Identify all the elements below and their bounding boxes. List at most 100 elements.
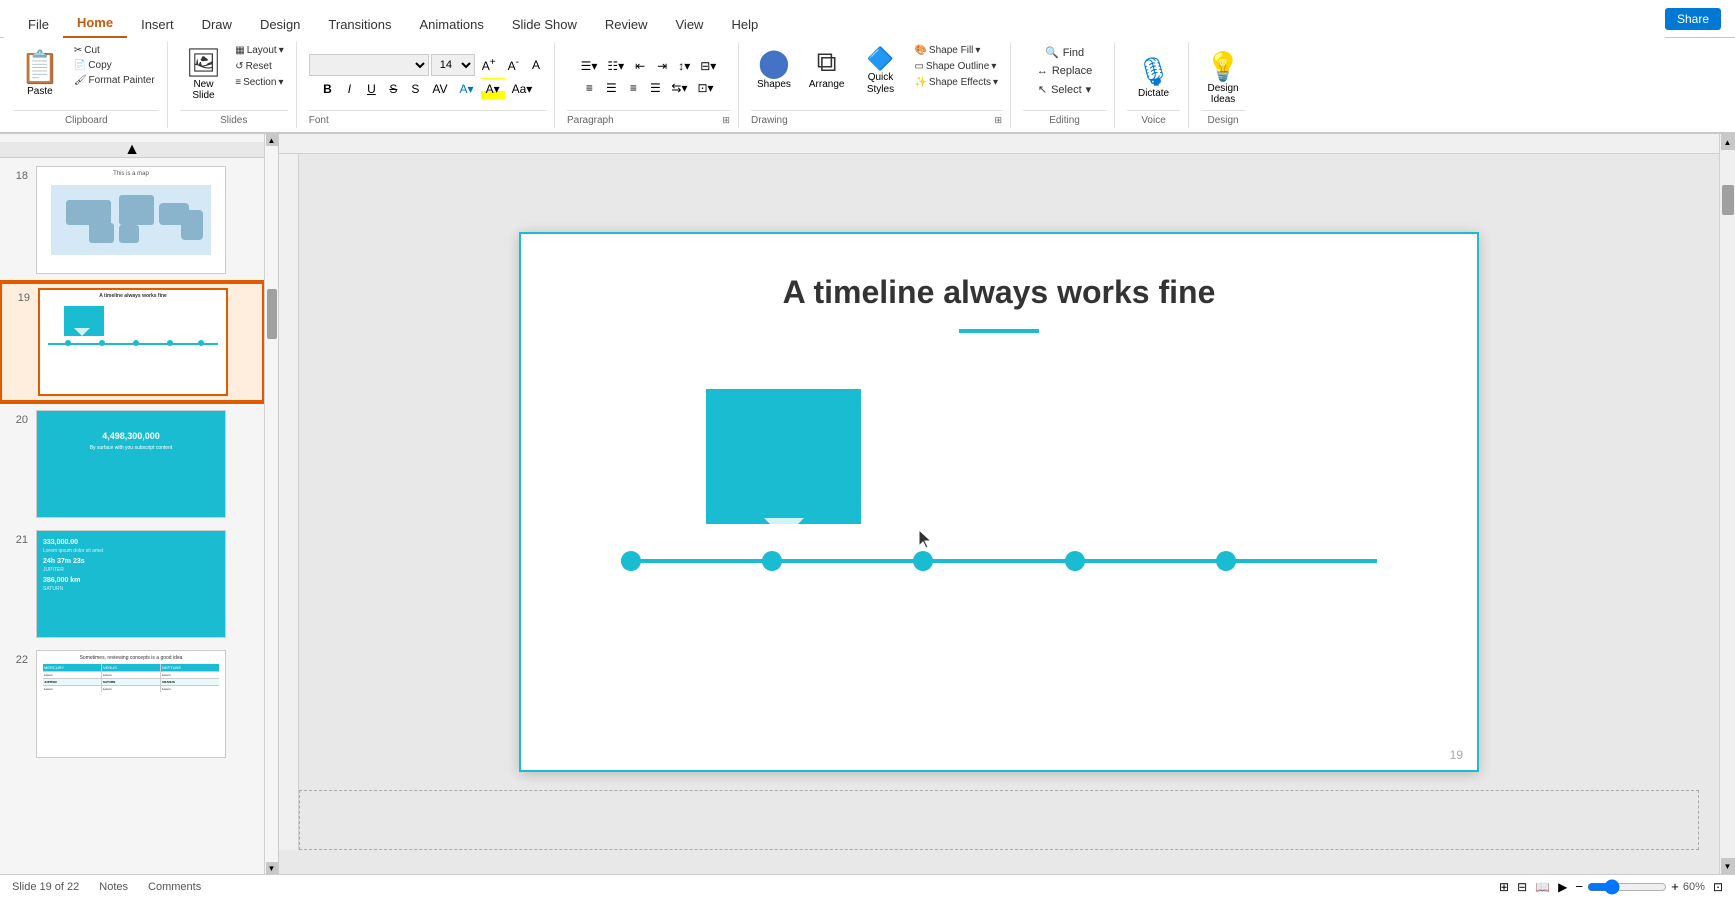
main-scroll-track[interactable] <box>1721 150 1735 858</box>
clear-format-button[interactable]: A <box>526 54 546 76</box>
paste-button[interactable]: 📋 Paste <box>14 44 66 101</box>
zoom-slider[interactable] <box>1587 879 1667 895</box>
tab-file[interactable]: File <box>14 11 63 38</box>
cut-button[interactable]: ✂ Cut <box>70 44 159 57</box>
numbering-button[interactable]: ☷▾ <box>603 56 628 76</box>
tab-view[interactable]: View <box>662 11 718 38</box>
shapes-button[interactable]: ⬤ Shapes <box>751 44 797 92</box>
timeline-dot-4[interactable] <box>1065 551 1085 571</box>
comments-button[interactable]: Comments <box>148 881 201 893</box>
bold-button[interactable]: B <box>317 78 337 100</box>
tab-design[interactable]: Design <box>246 11 314 38</box>
tab-home[interactable]: Home <box>63 9 127 38</box>
increase-font-button[interactable]: A+ <box>477 54 501 76</box>
find-button[interactable]: 🔍 Find <box>1039 44 1090 61</box>
font-case-button[interactable]: Aa▾ <box>507 78 538 100</box>
slide-item-22[interactable]: 22 Sometimes, reviewing concepts is a go… <box>0 646 264 762</box>
tab-help[interactable]: Help <box>717 11 772 38</box>
slide-accent-line <box>959 329 1039 333</box>
slide-21-line1: 333,000.00 <box>43 539 219 546</box>
slideshow-button[interactable]: ▶ <box>1558 880 1567 894</box>
format-painter-button[interactable]: 🖌 Format Painter <box>70 74 159 87</box>
drawing-expand-icon[interactable]: ⊞ <box>995 115 1003 126</box>
slide-item-18[interactable]: 18 This is a map <box>0 162 264 278</box>
font-name-select[interactable] <box>309 54 429 76</box>
slide-title: A timeline always works fine <box>521 274 1477 311</box>
slide-canvas[interactable]: A timeline always works fine <box>519 232 1479 772</box>
panel-scroll-up[interactable]: ▲ <box>266 134 278 146</box>
slide-item-19[interactable]: 19 A timeline always works fine <box>0 282 264 402</box>
slide-rectangle[interactable] <box>706 389 861 524</box>
panel-scroll-thumb[interactable] <box>267 289 277 339</box>
tab-review[interactable]: Review <box>591 11 662 38</box>
increase-indent-button[interactable]: ⇥ <box>652 56 672 76</box>
underline-button[interactable]: U <box>361 78 381 100</box>
shape-outline-button[interactable]: ▭ Shape Outline ▾ <box>910 60 1002 73</box>
timeline-dot-3[interactable] <box>913 551 933 571</box>
layout-button[interactable]: ▦ Layout ▾ <box>231 44 288 57</box>
copy-button[interactable]: 📄 Copy <box>70 59 159 72</box>
bullets-button[interactable]: ☰▾ <box>577 56 602 76</box>
align-right-button[interactable]: ≡ <box>623 78 643 98</box>
paragraph-expand-icon[interactable]: ⊞ <box>722 115 730 126</box>
slide-item-21[interactable]: 21 333,000.00 Lorem ipsum dolor sit amet… <box>0 526 264 642</box>
slide-sorter-button[interactable]: ⊟ <box>1517 880 1527 894</box>
columns-button[interactable]: ⊟▾ <box>696 56 720 76</box>
strikethrough-button[interactable]: S <box>383 78 403 100</box>
timeline-dot-2[interactable] <box>762 551 782 571</box>
justify-button[interactable]: ☰ <box>645 78 665 98</box>
text-direction-button[interactable]: ⇆▾ <box>667 78 691 98</box>
main-scrollbar[interactable]: ▲ ▼ <box>1719 134 1735 874</box>
shape-fill-button[interactable]: 🎨 Shape Fill ▾ <box>910 44 1002 57</box>
decrease-indent-button[interactable]: ⇤ <box>630 56 650 76</box>
convert-to-smartart-button[interactable]: ⊡▾ <box>693 78 717 98</box>
reading-view-button[interactable]: 📖 <box>1535 880 1550 894</box>
slide-number-18: 18 <box>8 170 28 182</box>
timeline-dot-1[interactable] <box>621 551 641 571</box>
voice-label: Voice <box>1127 110 1180 126</box>
tab-slideshow[interactable]: Slide Show <box>498 11 591 38</box>
zoom-out-button[interactable]: − <box>1575 879 1583 894</box>
main-scroll-up[interactable]: ▲ <box>1721 134 1735 150</box>
timeline-dot-5[interactable] <box>1216 551 1236 571</box>
main-scroll-thumb[interactable] <box>1722 185 1734 215</box>
share-button[interactable]: Share <box>1665 8 1721 30</box>
section-button[interactable]: ≡ Section ▾ <box>231 76 288 89</box>
text-highlight-button[interactable]: A▾ <box>481 78 505 100</box>
reset-button[interactable]: ↺ Reset <box>231 60 288 73</box>
panel-scrollbar[interactable]: ▲ ▼ <box>265 134 279 874</box>
arrange-button[interactable]: ⧉ Arrange <box>803 44 851 92</box>
quick-styles-button[interactable]: 🔷 Quick Styles <box>856 44 904 98</box>
select-button[interactable]: ↖ Select ▾ <box>1032 81 1097 98</box>
normal-view-button[interactable]: ⊞ <box>1499 880 1509 894</box>
slide-item-20[interactable]: 20 4,498,300,000 By surface with you sub… <box>0 406 264 522</box>
timeline-line <box>621 559 1377 563</box>
tab-draw[interactable]: Draw <box>188 11 246 38</box>
panel-scroll-down[interactable]: ▼ <box>266 862 278 874</box>
italic-button[interactable]: I <box>339 78 359 100</box>
align-center-button[interactable]: ☰ <box>601 78 621 98</box>
notes-button[interactable]: Notes <box>99 881 128 893</box>
tab-animations[interactable]: Animations <box>406 11 498 38</box>
font-size-select[interactable]: 14 <box>431 54 475 76</box>
design-ideas-button[interactable]: 💡 DesignIdeas <box>1202 46 1245 109</box>
shape-effects-button[interactable]: ✨ Shape Effects ▾ <box>910 76 1002 89</box>
decrease-font-button[interactable]: A- <box>503 54 524 76</box>
fit-to-window-button[interactable]: ⊡ <box>1713 880 1723 894</box>
line-spacing-button[interactable]: ↕▾ <box>674 56 694 76</box>
tab-insert[interactable]: Insert <box>127 11 188 38</box>
scroll-up-button[interactable]: ▲ <box>0 142 264 158</box>
slide-canvas-wrapper: A timeline always works fine <box>299 154 1699 850</box>
replace-button[interactable]: ↔ Replace <box>1031 63 1098 79</box>
clipboard-label: Clipboard <box>14 110 159 126</box>
font-color-button[interactable]: A▾ <box>455 78 479 100</box>
zoom-in-button[interactable]: + <box>1671 879 1679 894</box>
main-scroll-down[interactable]: ▼ <box>1721 858 1735 874</box>
panel-scroll-track[interactable] <box>266 146 278 862</box>
char-spacing-button[interactable]: AV <box>427 78 452 100</box>
tab-transitions[interactable]: Transitions <box>314 11 405 38</box>
align-left-button[interactable]: ≡ <box>579 78 599 98</box>
shadow-button[interactable]: S <box>405 78 425 100</box>
dictate-button[interactable]: 🎙 Dictate <box>1132 51 1176 103</box>
new-slide-button[interactable]: 🖼 NewSlide <box>180 44 228 103</box>
